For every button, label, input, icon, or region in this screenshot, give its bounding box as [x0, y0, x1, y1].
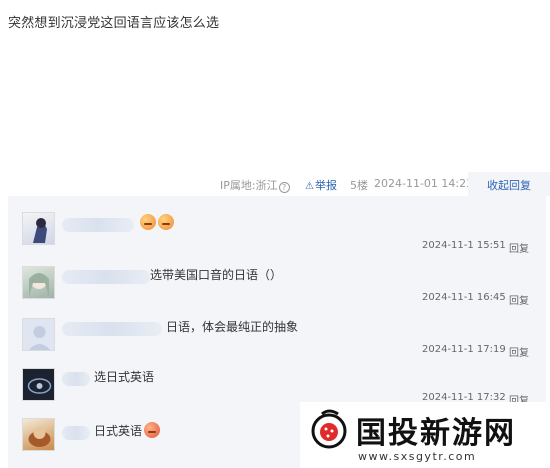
ip-location-label: IP属地:浙江: [220, 179, 278, 192]
collapse-replies-button[interactable]: 收起回复: [468, 172, 550, 196]
username-blurred[interactable]: [62, 426, 90, 440]
watermark-title: 国投新游网: [356, 416, 516, 451]
floor-number: 5楼: [350, 179, 368, 192]
username-blurred[interactable]: [62, 322, 162, 336]
reply-text: 日式英语: [94, 422, 161, 439]
reply-button[interactable]: 回复: [509, 240, 529, 255]
default-avatar-icon: [28, 326, 51, 350]
username-blurred[interactable]: [62, 372, 90, 386]
watermark-url: www.sxsgytr.com: [358, 450, 477, 463]
post-page: 突然想到沉浸党这回语言应该怎么选 IP属地:浙江? ⚠举报 5楼 2024-11…: [0, 0, 550, 468]
reply-text-content: 日式英语: [94, 424, 143, 438]
avatar[interactable]: [22, 368, 55, 401]
reply-text: [138, 214, 174, 230]
reply-text: 日语，体会最纯正的抽象: [166, 320, 299, 334]
help-icon[interactable]: ?: [278, 182, 290, 193]
avatar-image: [28, 427, 51, 447]
post-meta-row: IP属地:浙江? ⚠举报 5楼 2024-11-01 14:23 收起回复: [0, 172, 550, 196]
site-watermark: 国投新游网 www.sxsgytr.com: [300, 402, 550, 468]
reply-time: 2024-11-1 15:51: [422, 240, 506, 251]
emoji-icon: [140, 214, 156, 230]
ip-location: IP属地:浙江?: [220, 177, 290, 193]
collapse-replies-label: 收起回复: [487, 179, 531, 192]
emoji-icon: [158, 214, 174, 230]
list-item: 2024-11-1 15:51 回复: [8, 208, 546, 260]
username-blurred[interactable]: [62, 218, 134, 232]
list-item: 日语，体会最纯正的抽象 2024-11-1 17:19 回复: [8, 314, 546, 366]
avatar[interactable]: [22, 318, 55, 351]
avatar-image: [33, 218, 47, 243]
list-item: 选带美国口音的日语（） 2024-11-1 16:45 回复: [8, 262, 546, 314]
warning-icon: ⚠: [305, 181, 314, 192]
avatar-image: [27, 378, 52, 394]
avatar-image: [29, 273, 49, 297]
watermark-logo-icon: [311, 409, 347, 449]
reply-time: 2024-11-1 16:45: [422, 292, 506, 303]
avatar[interactable]: [22, 266, 55, 299]
reply-button[interactable]: 回复: [509, 344, 529, 359]
reply-text: 选日式英语: [94, 370, 155, 384]
emoji-icon: [144, 422, 161, 438]
report-link[interactable]: ⚠举报: [305, 177, 337, 193]
reply-time: 2024-11-1 17:19: [422, 344, 506, 355]
post-time: 2024-11-01 14:23: [374, 177, 474, 190]
post-content: 突然想到沉浸党这回语言应该怎么选: [8, 16, 220, 31]
reply-button[interactable]: 回复: [509, 292, 529, 307]
reply-text: 选带美国口音的日语（）: [150, 268, 283, 282]
report-label: 举报: [314, 179, 337, 192]
username-blurred[interactable]: [62, 270, 150, 284]
avatar[interactable]: [22, 212, 55, 245]
avatar[interactable]: [22, 418, 55, 451]
